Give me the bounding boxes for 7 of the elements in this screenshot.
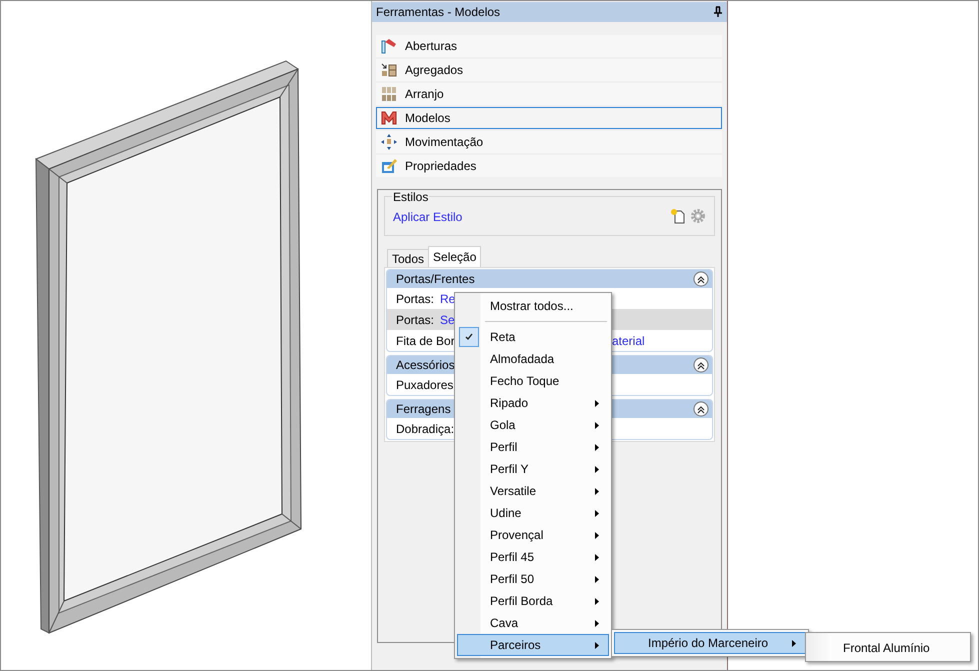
group-legend: Estilos — [392, 190, 430, 204]
property-label: Portas: — [396, 312, 434, 326]
panel-title: Ferramentas - Modelos — [376, 5, 500, 19]
group-title: Acessórios — [396, 358, 455, 372]
group-title: Ferragens — [396, 402, 451, 416]
property-label: Portas: — [396, 292, 434, 306]
group-title: Portas/Frentes — [396, 272, 475, 286]
